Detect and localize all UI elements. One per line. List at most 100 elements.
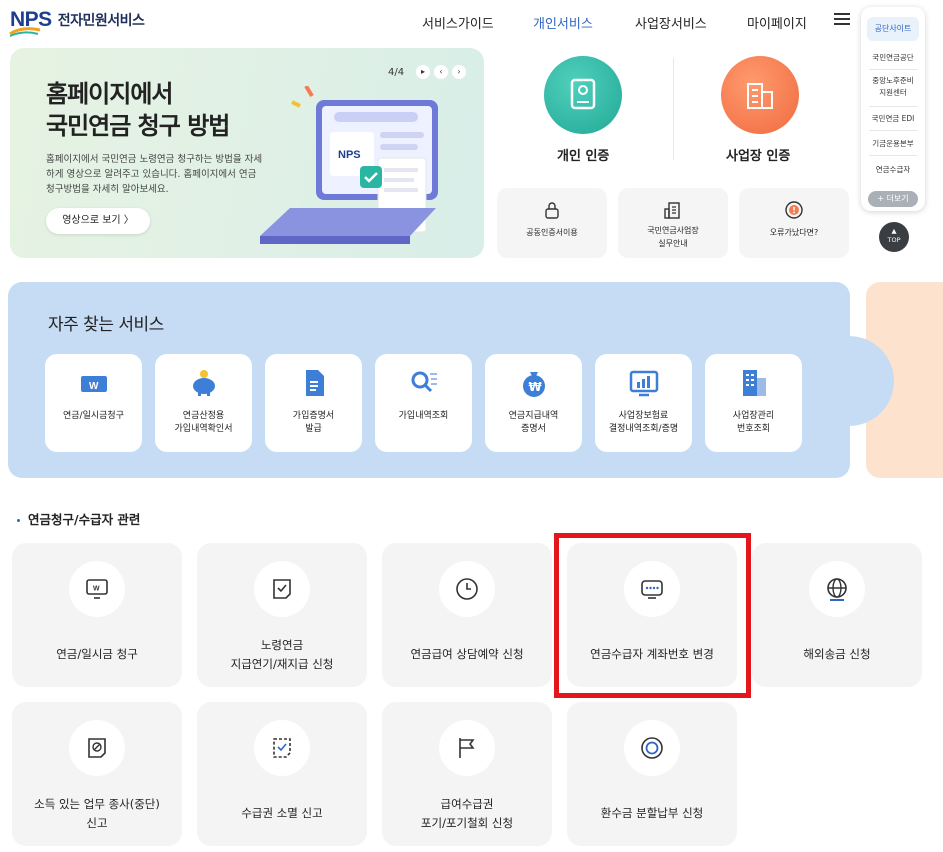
- freq-item-premium-inquiry[interactable]: 사업장보험료 결정내역조회/증명: [595, 354, 692, 452]
- icon-circle: [439, 561, 495, 617]
- coin-icon: [641, 737, 663, 759]
- quick-card-label: 공동인증서이용: [526, 228, 578, 237]
- svg-text:W: W: [89, 381, 99, 392]
- top-label: TOP: [887, 236, 901, 244]
- quick-card-label: 국민연금사업장 실무안내: [647, 226, 699, 248]
- freq-item-pension-claim[interactable]: W 연금/일시금청구: [45, 354, 142, 452]
- service-consultation[interactable]: 연금급여 상담예약 신청: [382, 543, 552, 687]
- prev-icon[interactable]: ‹: [434, 65, 448, 79]
- freq-item-enrollment-record[interactable]: 연금산정용 가입내역확인서: [155, 354, 252, 452]
- highlight-box: [554, 533, 751, 698]
- icon-circle: [69, 720, 125, 776]
- building-doc-icon: [664, 202, 680, 219]
- panel-link-edi[interactable]: 국민연금 EDI: [861, 113, 925, 125]
- frequent-services-title: 자주 찾는 서비스: [48, 315, 164, 335]
- freq-item-label: 연금/일시금청구: [63, 411, 124, 421]
- freq-item-payment-certificate[interactable]: ₩ 연금지급내역 증명서: [485, 354, 582, 452]
- document-icon: [306, 370, 324, 396]
- icon-circle: W: [69, 561, 125, 617]
- promo-banner: 홈페이지에서 국민연금 청구 방법 홈페이지에서 국민연금 노령연금 청구하는 …: [10, 48, 484, 258]
- service-pension-claim[interactable]: W 연금/일시금 청구: [12, 543, 182, 687]
- icon-circle: [624, 720, 680, 776]
- banner-title-line2: 국민연금 청구 방법: [46, 112, 230, 140]
- logo-swoosh-icon: [9, 27, 41, 37]
- watch-video-button[interactable]: 영상으로 보기 〉: [46, 208, 150, 234]
- piggy-bank-icon: [193, 370, 215, 396]
- icon-circle: [254, 561, 310, 617]
- flag-icon: [459, 738, 475, 758]
- hamburger-menu-icon[interactable]: [834, 13, 850, 26]
- freq-item-label: 연금산정용 가입내역확인서: [174, 411, 233, 434]
- freq-item-enrollment-certificate[interactable]: 가입증명서 발급: [265, 354, 362, 452]
- service-label: 해외송금 신청: [803, 647, 871, 661]
- section-title: 연금청구/수급자 관련: [17, 509, 140, 528]
- freq-item-label: 사업장보험료 결정내역조회/증명: [608, 411, 679, 434]
- svg-text:W: W: [93, 586, 100, 593]
- nps-logo[interactable]: NPS 전자민원서비스: [9, 8, 145, 37]
- panel-link-retirement-center[interactable]: 중앙노후준비 지원센터: [861, 75, 925, 99]
- service-installment-payment[interactable]: 환수금 분할납부 신청: [567, 702, 737, 846]
- nav-business-service[interactable]: 사업장서비스: [635, 13, 707, 32]
- nav-my-page[interactable]: 마이페이지: [747, 13, 807, 32]
- play-icon[interactable]: ▸: [416, 65, 430, 79]
- svg-text:₩: ₩: [529, 380, 543, 394]
- won-card-icon: W: [81, 376, 107, 392]
- id-card-icon: [570, 78, 596, 110]
- alert-icon: [785, 201, 803, 219]
- freq-item-business-number[interactable]: 사업장관리 번호조회: [705, 354, 802, 452]
- quick-card-certificate[interactable]: 공동인증서이용: [497, 188, 607, 258]
- site-links-panel: 공단사이트 국민연금공단 중앙노후준비 지원센터 국민연금 EDI 기금운용본부…: [861, 7, 925, 211]
- money-bag-icon: ₩: [523, 372, 545, 397]
- panel-link-pensioner[interactable]: 연금수급자: [861, 164, 925, 176]
- scroll-top-button[interactable]: ▲ TOP: [879, 222, 909, 252]
- freq-item-label: 사업장관리 번호조회: [732, 411, 775, 434]
- business-auth-button[interactable]: [721, 56, 799, 134]
- panel-link-fund[interactable]: 기금운용본부: [861, 138, 925, 150]
- freq-item-label: 가입내역조회: [398, 411, 449, 421]
- freq-item-label: 가입증명서 발급: [292, 411, 335, 434]
- service-income-report[interactable]: 소득 있는 업무 종사(중단) 신고: [12, 702, 182, 846]
- service-label: 급여수급권 포기/포기철회 신청: [420, 797, 514, 830]
- icon-circle: [254, 720, 310, 776]
- won-monitor-icon: W: [86, 579, 108, 599]
- search-list-icon: [411, 371, 437, 393]
- doc-block-icon: [88, 738, 106, 758]
- service-label: 소득 있는 업무 종사(중단) 신고: [34, 797, 160, 830]
- laptop-logo: NPS: [338, 149, 361, 161]
- nav-service-guide[interactable]: 서비스가이드: [422, 13, 494, 32]
- chart-monitor-icon: [629, 370, 659, 397]
- personal-auth-label: 개인 인증: [557, 149, 610, 164]
- service-extinction-report[interactable]: 수급권 소멸 신고: [197, 702, 367, 846]
- nav-personal-service[interactable]: 개인서비스: [533, 13, 593, 32]
- icon-circle: [809, 561, 865, 617]
- building-icon: [743, 370, 766, 396]
- next-icon[interactable]: ›: [452, 65, 466, 79]
- service-label: 노령연금 지급연기/재지급 신청: [230, 638, 334, 671]
- laptop-illustration: NPS: [260, 86, 438, 244]
- more-button[interactable]: + 더보기: [868, 191, 918, 207]
- doc-dashed-check-icon: [273, 738, 291, 758]
- business-auth-label: 사업장 인증: [726, 149, 791, 164]
- clock-icon: [456, 578, 478, 600]
- doc-check-icon: [273, 579, 291, 599]
- banner-page-indicator: 4/4: [388, 67, 405, 78]
- service-label: 연금/일시금 청구: [56, 647, 138, 661]
- service-overseas-remittance[interactable]: 해외송금 신청: [752, 543, 922, 687]
- freq-item-label: 연금지급내역 증명서: [508, 411, 559, 434]
- panel-title[interactable]: 공단사이트: [867, 17, 919, 41]
- lock-icon: [545, 202, 559, 219]
- freq-item-enrollment-inquiry[interactable]: 가입내역조회: [375, 354, 472, 452]
- quick-card-error-help[interactable]: 오류가났다면?: [739, 188, 849, 258]
- globe-icon: [827, 578, 847, 601]
- panel-link-nps[interactable]: 국민연금공단: [861, 52, 925, 64]
- building-icon: [747, 83, 773, 109]
- banner-title-line1: 홈페이지에서: [46, 80, 173, 108]
- service-deferral-request[interactable]: 노령연금 지급연기/재지급 신청: [197, 543, 367, 687]
- header: NPS 전자민원서비스 서비스가이드 개인서비스 사업장서비스 마이페이지: [0, 0, 943, 44]
- quick-card-label: 오류가났다면?: [769, 228, 819, 237]
- auth-divider: [673, 58, 674, 160]
- service-label: 연금급여 상담예약 신청: [410, 647, 524, 661]
- service-waiver-request[interactable]: 급여수급권 포기/포기철회 신청: [382, 702, 552, 846]
- personal-auth-button[interactable]: [544, 56, 622, 134]
- quick-card-business-guide[interactable]: 국민연금사업장 실무안내: [618, 188, 728, 258]
